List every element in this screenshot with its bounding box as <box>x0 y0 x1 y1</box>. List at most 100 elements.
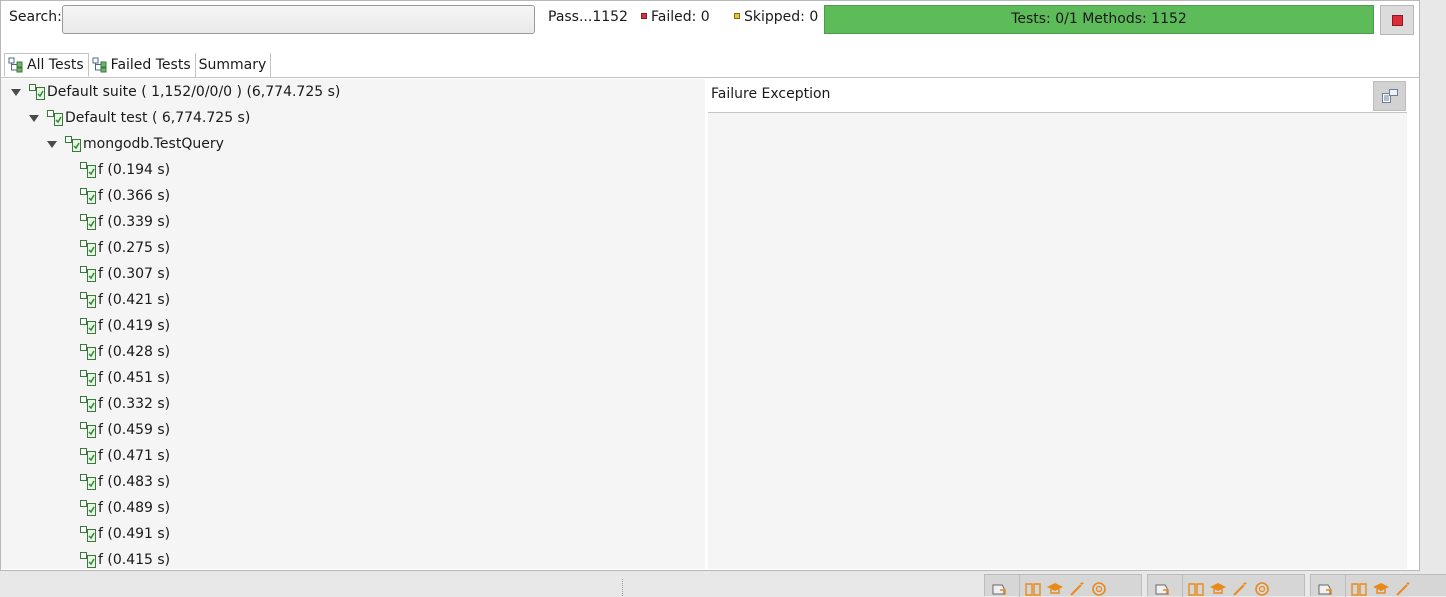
method-pass-icon <box>80 266 96 282</box>
tree-method-row[interactable]: f (0.415 s) <box>80 547 170 569</box>
method-label: f (0.421 s) <box>98 292 171 308</box>
stop-icon <box>1391 14 1403 26</box>
method-pass-icon <box>80 318 96 334</box>
method-label: f (0.339 s) <box>98 214 171 230</box>
failure-exception-header: Failure Exception <box>708 80 1407 113</box>
method-label: f (0.307 s) <box>98 266 171 282</box>
lifebuoy-icon[interactable] <box>1253 581 1271 597</box>
tree-method-row[interactable]: f (0.491 s) <box>80 521 170 547</box>
trim-stack-1 <box>984 574 1142 597</box>
passed-count: Pass...1152 <box>548 9 628 25</box>
magic-wand-icon[interactable] <box>1068 581 1086 597</box>
tree-method-row[interactable]: f (0.275 s) <box>80 235 170 261</box>
tree-test-row[interactable]: Default test ( 6,774.725 s) <box>29 105 250 131</box>
tree-method-row[interactable]: f (0.451 s) <box>80 365 170 391</box>
tabs-divider <box>1 77 1419 78</box>
method-pass-icon <box>80 422 96 438</box>
filter-stack-icon <box>1381 89 1398 103</box>
method-label: f (0.483 s) <box>98 474 171 490</box>
method-pass-icon <box>80 526 96 542</box>
status-divider <box>622 579 623 596</box>
restore-icon[interactable] <box>1317 581 1335 597</box>
trim-stack-3 <box>1310 574 1446 597</box>
suite-pass-icon <box>29 84 45 100</box>
tree-method-row[interactable]: f (0.428 s) <box>80 339 170 365</box>
method-label: f (0.428 s) <box>98 344 171 360</box>
filter-stacktrace-button[interactable] <box>1373 81 1406 111</box>
book-icon[interactable] <box>1187 581 1205 597</box>
tab-all-tests[interactable]: All Tests <box>4 53 89 77</box>
method-label: f (0.451 s) <box>98 370 171 386</box>
test-pass-icon <box>47 110 63 126</box>
failed-icon <box>641 13 647 19</box>
method-pass-icon <box>80 448 96 464</box>
method-pass-icon <box>80 188 96 204</box>
method-pass-icon <box>80 162 96 178</box>
method-pass-icon <box>80 396 96 412</box>
skipped-icon <box>734 13 740 19</box>
tab-failed-tests[interactable]: Failed Tests <box>89 53 196 77</box>
tree-method-row[interactable]: f (0.483 s) <box>80 469 170 495</box>
graduation-cap-icon[interactable] <box>1372 581 1390 597</box>
method-pass-icon <box>80 370 96 386</box>
graduation-cap-icon[interactable] <box>1046 581 1064 597</box>
tree-suite-row[interactable]: Default suite ( 1,152/0/0/0 ) (6,774.725… <box>11 79 340 105</box>
tree-class-row[interactable]: mongodb.TestQuery <box>47 131 224 157</box>
failed-count: Failed: 0 <box>641 9 710 25</box>
book-icon[interactable] <box>1024 581 1042 597</box>
method-label: f (0.471 s) <box>98 448 171 464</box>
method-pass-icon <box>80 214 96 230</box>
lifebuoy-icon[interactable] <box>1090 581 1108 597</box>
tree-method-row[interactable]: f (0.421 s) <box>80 287 170 313</box>
tree-method-row[interactable]: f (0.459 s) <box>80 417 170 443</box>
search-label: Search: <box>9 9 62 25</box>
book-icon[interactable] <box>1350 581 1368 597</box>
tree-method-row[interactable]: f (0.489 s) <box>80 495 170 521</box>
failure-exception-title: Failure Exception <box>711 86 831 102</box>
tree-method-row[interactable]: f (0.307 s) <box>80 261 170 287</box>
tab-summary[interactable]: Summary <box>196 53 272 77</box>
method-label: f (0.275 s) <box>98 240 171 256</box>
method-label: f (0.489 s) <box>98 500 171 516</box>
tab-bar: All Tests Failed Tests Summary <box>4 53 272 77</box>
tree-method-row[interactable]: f (0.419 s) <box>80 313 170 339</box>
method-label: f (0.332 s) <box>98 396 171 412</box>
method-label: f (0.366 s) <box>98 188 171 204</box>
stop-button[interactable] <box>1380 5 1414 35</box>
failure-exception-body[interactable] <box>708 113 1407 569</box>
tree-method-row[interactable]: f (0.366 s) <box>80 183 170 209</box>
progress-bar: Tests: 0/1 Methods: 1152 <box>824 5 1374 34</box>
method-pass-icon <box>80 292 96 308</box>
method-label: f (0.459 s) <box>98 422 171 438</box>
tree-method-row[interactable]: f (0.194 s) <box>80 157 170 183</box>
tree-method-row[interactable]: f (0.339 s) <box>80 209 170 235</box>
expand-triangle-icon[interactable] <box>47 140 57 148</box>
restore-icon[interactable] <box>1154 581 1172 597</box>
magic-wand-icon[interactable] <box>1231 581 1249 597</box>
class-pass-icon <box>65 136 81 152</box>
search-input[interactable] <box>62 5 535 34</box>
testng-view: Search: Pass...1152 Failed: 0 Skipped: 0… <box>0 0 1420 571</box>
expand-triangle-icon[interactable] <box>11 88 21 96</box>
method-pass-icon <box>80 344 96 360</box>
trim-stack-2 <box>1147 574 1305 597</box>
method-pass-icon <box>80 240 96 256</box>
tree-method-row[interactable]: f (0.471 s) <box>80 443 170 469</box>
method-pass-icon <box>80 500 96 516</box>
expand-triangle-icon[interactable] <box>29 114 39 122</box>
tests-tree-icon <box>8 57 23 73</box>
method-label: f (0.194 s) <box>98 162 171 178</box>
graduation-cap-icon[interactable] <box>1209 581 1227 597</box>
method-label: f (0.419 s) <box>98 318 171 334</box>
skipped-count: Skipped: 0 <box>734 9 818 25</box>
progress-text: Tests: 0/1 Methods: 1152 <box>1011 11 1187 27</box>
tests-tree-icon <box>92 57 107 73</box>
magic-wand-icon[interactable] <box>1394 581 1412 597</box>
method-label: f (0.415 s) <box>98 552 171 568</box>
test-tree[interactable]: Default suite ( 1,152/0/0/0 ) (6,774.725… <box>1 79 705 569</box>
restore-icon[interactable] <box>991 581 1009 597</box>
method-label: f (0.491 s) <box>98 526 171 542</box>
method-pass-icon <box>80 552 96 568</box>
tree-method-row[interactable]: f (0.332 s) <box>80 391 170 417</box>
method-pass-icon <box>80 474 96 490</box>
